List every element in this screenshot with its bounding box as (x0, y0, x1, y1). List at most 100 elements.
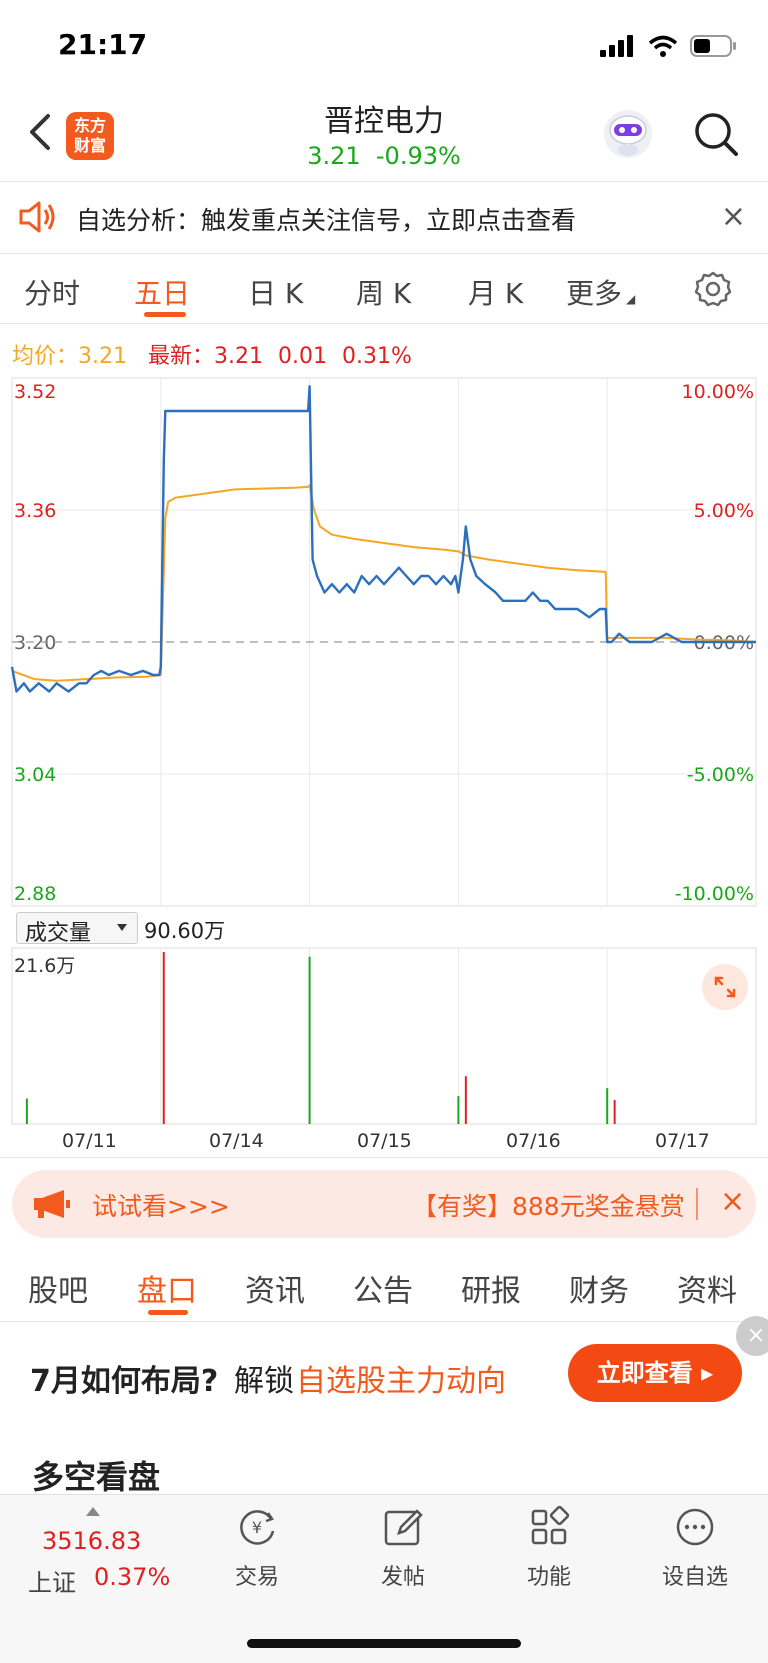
status-bar: 21:17 (0, 0, 768, 90)
more-caret-icon: ◢ (626, 292, 636, 306)
x-tick-label: 07/15 (357, 1130, 412, 1152)
y-left-tick: 3.04 (14, 764, 56, 786)
notice-text: 自选分析：触发重点关注信号，立即点击查看 (76, 206, 577, 235)
wifi-icon (648, 35, 678, 57)
info-tabs: 股吧 盘口 资讯 公告 研报 财务 资料 (0, 1252, 768, 1322)
nav-functions[interactable]: 功能 (499, 1505, 599, 1591)
robot-assistant-icon[interactable] (602, 108, 654, 160)
ad-banner[interactable]: 7月如何布局? 解锁 自选股主力动向 立即查看 ▸ × (0, 1316, 768, 1430)
tab-intraday[interactable]: 分时 (24, 272, 80, 312)
promo-left-text: 试试看>>> (92, 1192, 230, 1221)
collapse-arrow-icon (86, 1507, 100, 1516)
volume-selector[interactable]: 成交量 (16, 912, 138, 946)
promo-close-icon[interactable]: × (720, 1186, 745, 1218)
nav-post[interactable]: 发帖 (353, 1505, 453, 1591)
ad-unlock: 解锁 (234, 1364, 294, 1399)
notice-close-icon[interactable]: × (721, 202, 746, 232)
latest-label: 最新： (148, 344, 215, 369)
avg-value: 3.21 (78, 344, 127, 369)
ad-title: 7月如何布局? (30, 1364, 219, 1399)
index-value: 3516.83 (42, 1527, 142, 1555)
tab-news[interactable]: 资讯 (245, 1266, 305, 1310)
status-icons (600, 34, 738, 58)
x-tick-label: 07/16 (506, 1130, 561, 1152)
search-icon[interactable] (692, 110, 740, 158)
volume-max-label: 21.6万 (14, 955, 75, 977)
y-right-tick: -10.00% (675, 883, 754, 905)
latest-change: 0.01 (278, 344, 327, 369)
price-line (10, 385, 756, 693)
expand-icon[interactable] (702, 964, 748, 1010)
y-left-tick: 3.20 (14, 632, 56, 654)
y-left-tick: 3.52 (14, 381, 56, 403)
edit-icon (384, 1509, 423, 1546)
more-dots-icon (676, 1508, 714, 1546)
y-left-tick: 3.36 (14, 500, 56, 522)
tab-monthly-k[interactable]: 月 K (468, 272, 523, 312)
y-right-tick: 5.00% (694, 500, 754, 522)
gear-icon[interactable] (694, 270, 732, 308)
tab-daily-k[interactable]: 日 K (248, 272, 303, 312)
latest-value: 3.21 (214, 344, 263, 369)
ad-close-icon[interactable]: × (736, 1316, 768, 1356)
nav-trade-label: 交易 (234, 1565, 279, 1590)
tab-finance[interactable]: 财务 (569, 1266, 629, 1310)
tab-pankou[interactable]: 盘口 (137, 1266, 197, 1310)
dropdown-triangle-icon (117, 924, 127, 931)
volume-frame (11, 947, 757, 1125)
view-now-button[interactable]: 立即查看 ▸ (568, 1344, 742, 1402)
tab-research[interactable]: 研报 (461, 1266, 521, 1310)
x-tick-label: 07/17 (655, 1130, 710, 1152)
stock-price: 3.21 (307, 142, 361, 170)
volume-chart[interactable]: 21.6万 (0, 946, 768, 1131)
tab-profile[interactable]: 资料 (677, 1266, 737, 1310)
tab-announcements[interactable]: 公告 (353, 1266, 413, 1310)
status-time: 21:17 (58, 28, 148, 61)
home-indicator (247, 1639, 521, 1648)
trade-icon: ¥ (240, 1510, 275, 1545)
signal-icon (600, 35, 633, 57)
tab-five-day[interactable]: 五日 (134, 272, 190, 312)
nav-post-label: 发帖 (380, 1565, 425, 1590)
grid-icon (531, 1505, 570, 1545)
speaker-icon (19, 201, 55, 233)
notice-bar[interactable]: 自选分析：触发重点关注信号，立即点击查看 × (0, 182, 768, 254)
ad-highlight: 自选股主力动向 (296, 1364, 506, 1399)
volume-current-value: 90.60万 (144, 919, 226, 943)
battery-icon (690, 35, 736, 57)
tab-weekly-k[interactable]: 周 K (356, 272, 411, 312)
section-title: 多空看盘 (32, 1458, 161, 1496)
index-ticker[interactable]: 3516.83 上证 0.37% (24, 1501, 174, 1601)
avg-label: 均价： (12, 344, 79, 369)
stock-header: 东方 财富 晋控电力 3.21 -0.93% (0, 90, 768, 182)
tab-more[interactable]: 更多 ◢ (566, 272, 635, 312)
y-right-tick: 10.00% (682, 381, 754, 403)
x-tick-label: 07/11 (62, 1130, 117, 1152)
promo-banner[interactable]: 试试看>>> 【有奖】888元奖金悬赏 × (12, 1170, 756, 1238)
price-summary-row: 均价：3.21 最新：3.21 0.01 0.31% (12, 338, 420, 370)
index-name: 上证 (28, 1569, 76, 1597)
divider (0, 1157, 768, 1158)
svg-text:¥: ¥ (252, 1518, 262, 1537)
bottom-nav: 3516.83 上证 0.37% ¥ 交易 发帖 功能 设自选 (0, 1494, 768, 1663)
x-tick-label: 07/14 (209, 1130, 264, 1152)
nav-functions-label: 功能 (526, 1565, 571, 1590)
promo-separator (696, 1188, 698, 1220)
stock-change-pct: -0.93% (375, 142, 461, 170)
five-day-price-chart[interactable]: 3.52 10.00%3.36 5.00%3.20 0.00%3.04 -5.00%2.… (0, 372, 768, 912)
tab-guba[interactable]: 股吧 (28, 1266, 88, 1310)
nav-add-watchlist-label: 设自选 (661, 1565, 728, 1590)
index-pct: 0.37% (94, 1563, 171, 1591)
chart-tabs: 分时 五日 日 K 周 K 月 K 更多 ◢ (0, 254, 768, 324)
nav-trade[interactable]: ¥ 交易 (207, 1505, 307, 1591)
y-right-tick: -5.00% (687, 764, 754, 786)
active-tab-indicator (144, 312, 186, 317)
megaphone-icon (34, 1190, 70, 1218)
tab-more-label: 更多 (566, 277, 623, 310)
latest-pct: 0.31% (341, 344, 412, 369)
volume-selector-label: 成交量 (25, 921, 92, 946)
active-tab-indicator (148, 1310, 188, 1315)
y-left-tick: 2.88 (14, 883, 56, 905)
promo-right-text: 【有奖】888元奖金悬赏 (412, 1192, 685, 1221)
nav-add-watchlist[interactable]: 设自选 (645, 1505, 745, 1591)
